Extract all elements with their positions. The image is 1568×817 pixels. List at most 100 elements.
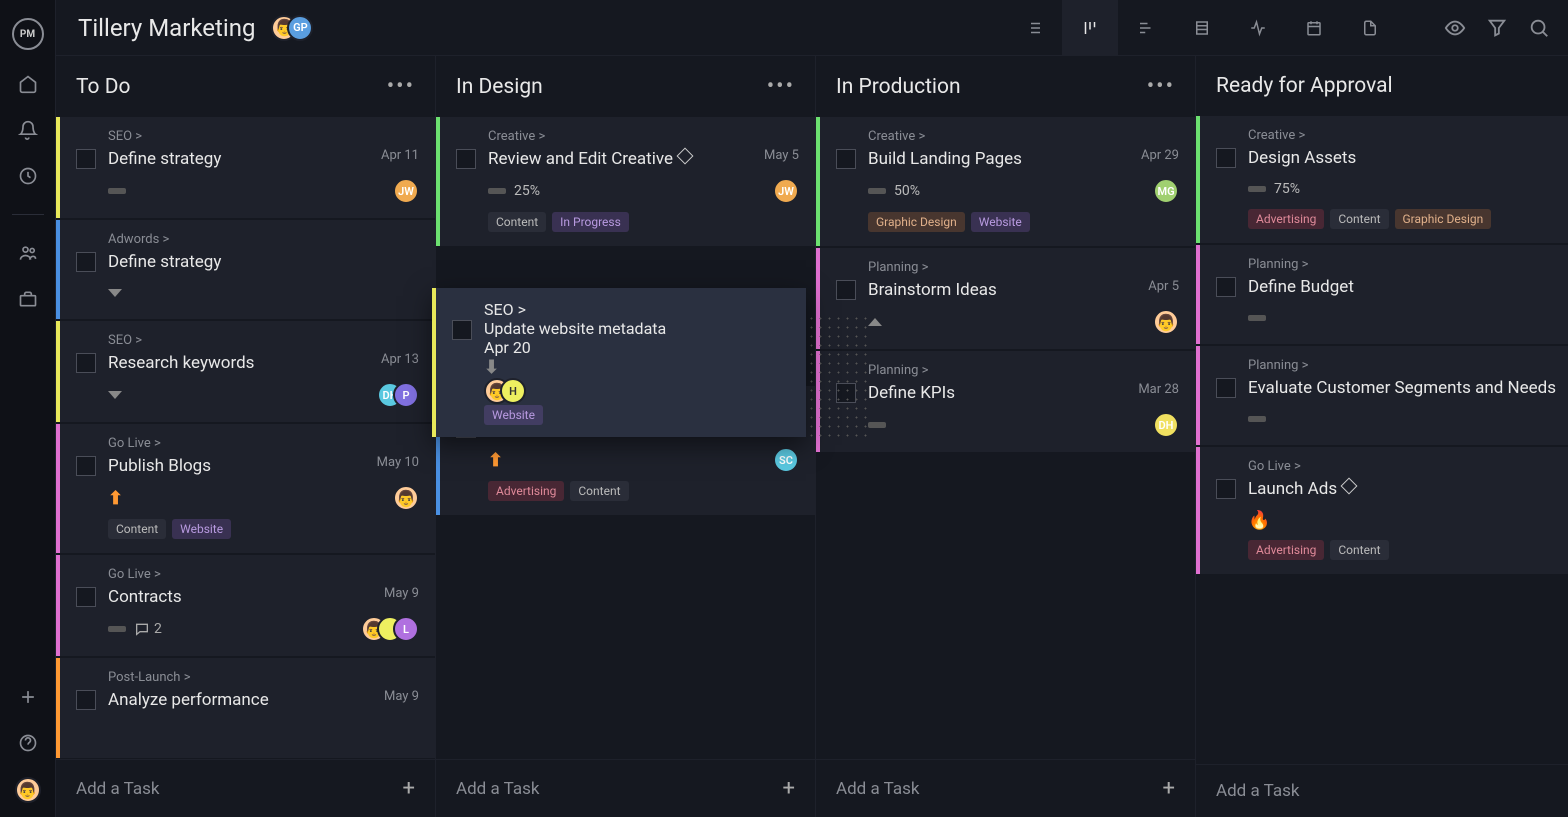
task-checkbox[interactable] xyxy=(1216,277,1236,297)
add-task-button[interactable]: Add a Task+ xyxy=(816,759,1195,817)
gantt-view-tab[interactable] xyxy=(1118,0,1174,56)
column-menu-icon[interactable]: ••• xyxy=(1147,74,1175,99)
task-tag[interactable]: Website xyxy=(172,519,231,539)
task-checkbox[interactable] xyxy=(76,587,96,607)
assignee-avatar[interactable]: 👨 xyxy=(393,485,419,511)
task-checkbox[interactable] xyxy=(836,149,856,169)
expand-icon[interactable] xyxy=(108,391,122,399)
assignee-stack[interactable]: 👨L xyxy=(361,616,419,642)
assignee-stack[interactable]: SC xyxy=(773,447,799,473)
task-category[interactable]: SEO > xyxy=(108,333,419,348)
assignee-stack[interactable]: DH xyxy=(1153,412,1179,438)
add-task-button[interactable]: Add a Task+ xyxy=(436,759,815,817)
task-card[interactable]: SEO >Define strategyApr 11JW xyxy=(56,117,435,218)
task-category[interactable]: Adwords > xyxy=(108,232,419,247)
task-tag[interactable]: Advertising xyxy=(1248,540,1324,560)
sheet-view-tab[interactable] xyxy=(1174,0,1230,56)
assignee-avatar[interactable]: DH xyxy=(1153,412,1179,438)
task-tag[interactable]: Advertising xyxy=(1248,209,1324,229)
task-card[interactable]: Adwords >Define strategy xyxy=(56,220,435,319)
task-tag[interactable]: Content xyxy=(488,212,546,232)
home-icon[interactable] xyxy=(16,72,40,96)
column-menu-icon[interactable]: ••• xyxy=(387,74,415,99)
assignee-avatar[interactable]: H xyxy=(500,378,526,404)
user-avatar[interactable]: 👨 xyxy=(15,777,41,803)
help-icon[interactable] xyxy=(16,731,40,755)
board-view-tab[interactable] xyxy=(1062,0,1118,56)
project-title[interactable]: Tillery Marketing xyxy=(78,14,255,42)
task-category[interactable]: Planning > xyxy=(1248,257,1559,272)
collapse-icon[interactable] xyxy=(868,318,882,326)
task-card[interactable]: Planning >Evaluate Customer Segments and… xyxy=(1196,346,1568,445)
assignee-avatar[interactable]: JW xyxy=(773,178,799,204)
add-icon[interactable] xyxy=(16,685,40,709)
task-card[interactable]: Creative >Build Landing PagesApr 2950%MG… xyxy=(816,117,1195,246)
assignee-avatar[interactable]: SC xyxy=(773,447,799,473)
assignee-avatar[interactable]: P xyxy=(393,382,419,408)
add-task-button[interactable]: Add a Task xyxy=(1196,764,1568,817)
activity-view-tab[interactable] xyxy=(1230,0,1286,56)
task-category[interactable]: Planning > xyxy=(868,260,1179,275)
column-menu-icon[interactable]: ••• xyxy=(767,74,795,99)
task-tag[interactable]: Content xyxy=(108,519,166,539)
task-card[interactable]: Go Live >Launch Ads🔥AdvertisingContent xyxy=(1196,447,1568,574)
task-category[interactable]: Go Live > xyxy=(1248,459,1559,474)
task-checkbox[interactable] xyxy=(76,353,96,373)
task-checkbox[interactable] xyxy=(836,280,856,300)
assignee-avatar[interactable]: MG xyxy=(1153,178,1179,204)
task-card[interactable]: Go Live >ContractsMay 92👨L xyxy=(56,555,435,656)
task-checkbox[interactable] xyxy=(76,149,96,169)
task-category[interactable]: SEO > xyxy=(484,300,790,319)
task-checkbox[interactable] xyxy=(1216,148,1236,168)
task-tag[interactable]: Graphic Design xyxy=(1395,209,1492,229)
filter-icon[interactable] xyxy=(1486,17,1508,39)
assignee-avatar[interactable]: 👨 xyxy=(1153,309,1179,335)
task-category[interactable]: SEO > xyxy=(108,129,419,144)
task-tag[interactable]: Website xyxy=(484,405,543,425)
task-tag[interactable]: Website xyxy=(971,212,1030,232)
task-checkbox[interactable] xyxy=(1216,479,1236,499)
task-card[interactable]: Post-Launch >Analyze performanceMay 9 xyxy=(56,658,435,757)
assignee-avatar[interactable]: L xyxy=(393,616,419,642)
task-tag[interactable]: Advertising xyxy=(488,481,564,501)
team-icon[interactable] xyxy=(16,241,40,265)
task-category[interactable]: Creative > xyxy=(868,129,1179,144)
assignee-stack[interactable]: 👨 H xyxy=(484,378,790,404)
calendar-view-tab[interactable] xyxy=(1286,0,1342,56)
briefcase-icon[interactable] xyxy=(16,287,40,311)
assignee-stack[interactable]: 👨 xyxy=(1153,309,1179,335)
recent-icon[interactable] xyxy=(16,164,40,188)
notifications-icon[interactable] xyxy=(16,118,40,142)
task-tag[interactable]: Content xyxy=(1330,209,1388,229)
assignee-stack[interactable]: DHP xyxy=(377,382,419,408)
task-checkbox[interactable] xyxy=(456,149,476,169)
task-category[interactable]: Planning > xyxy=(868,363,1179,378)
task-tag[interactable]: Content xyxy=(570,481,628,501)
add-task-button[interactable]: Add a Task+ xyxy=(56,759,435,817)
expand-icon[interactable] xyxy=(108,289,122,297)
task-checkbox[interactable] xyxy=(1216,378,1236,398)
task-tag[interactable]: Graphic Design xyxy=(868,212,965,232)
task-card[interactable]: Creative >Review and Edit CreativeMay 52… xyxy=(436,117,815,246)
task-category[interactable]: Creative > xyxy=(1248,128,1559,143)
task-card[interactable]: SEO >Research keywordsApr 13DHP xyxy=(56,321,435,422)
assignee-stack[interactable]: MG xyxy=(1153,178,1179,204)
assignee-stack[interactable]: 👨 xyxy=(393,485,419,511)
task-checkbox[interactable] xyxy=(452,320,472,340)
task-category[interactable]: Post-Launch > xyxy=(108,670,419,685)
files-view-tab[interactable] xyxy=(1342,0,1398,56)
assignee-stack[interactable]: JW xyxy=(393,178,419,204)
task-tag[interactable]: Content xyxy=(1330,540,1388,560)
search-icon[interactable] xyxy=(1528,17,1550,39)
dragging-card[interactable]: SEO > Update website metadata Apr 20 ⬇ 👨… xyxy=(432,288,806,437)
project-members[interactable]: 👨 GP xyxy=(271,15,313,41)
task-card[interactable]: Planning >Define KPIsMar 28DH xyxy=(816,351,1195,452)
task-checkbox[interactable] xyxy=(76,456,96,476)
task-card[interactable]: Creative >Design Assets75%AdvertisingCon… xyxy=(1196,116,1568,243)
list-view-tab[interactable] xyxy=(1006,0,1062,56)
task-card[interactable]: Planning >Brainstorm IdeasApr 5👨 xyxy=(816,248,1195,349)
task-checkbox[interactable] xyxy=(76,252,96,272)
task-category[interactable]: Go Live > xyxy=(108,436,419,451)
comment-count[interactable]: 2 xyxy=(134,621,162,637)
task-tag[interactable]: In Progress xyxy=(552,212,629,232)
